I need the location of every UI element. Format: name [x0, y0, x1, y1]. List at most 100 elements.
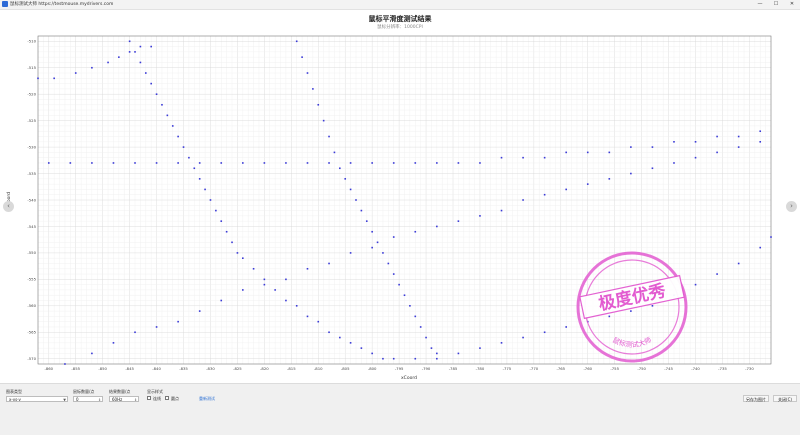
data-point [328, 135, 330, 138]
data-point [236, 252, 239, 254]
data-point [543, 331, 546, 334]
x-tick-label: -800 [368, 366, 377, 371]
data-point [376, 241, 379, 244]
data-point [155, 326, 158, 328]
x-tick-label: -750 [637, 366, 646, 371]
next-arrow-icon[interactable]: › [786, 201, 797, 212]
data-point [457, 162, 460, 164]
y-tick-label: -525 [27, 118, 36, 123]
data-point [328, 262, 330, 265]
sample-count-input[interactable]: 0 ⇕ [73, 396, 103, 402]
data-point [242, 289, 244, 291]
data-point [306, 72, 309, 74]
data-point [436, 225, 438, 228]
data-point [630, 146, 632, 148]
data-point [112, 162, 115, 164]
data-point [430, 347, 433, 349]
save-image-button[interactable]: 另存为图片 [743, 395, 769, 402]
data-point [543, 193, 546, 196]
x-tick-label: -840 [152, 366, 161, 371]
data-point [188, 156, 190, 159]
data-point [414, 230, 417, 233]
data-point [436, 357, 438, 360]
data-point [242, 257, 244, 259]
data-point [651, 146, 654, 148]
data-point [414, 162, 417, 164]
data-point [198, 178, 201, 180]
data-point [47, 162, 50, 164]
data-point [285, 278, 287, 281]
data-point [64, 363, 66, 365]
data-point [371, 230, 373, 233]
x-tick-label: -765 [556, 366, 565, 371]
data-point [392, 357, 395, 360]
x-tick-label: -830 [206, 366, 215, 371]
data-point [770, 236, 772, 238]
data-point [134, 331, 136, 334]
data-point [285, 162, 287, 164]
data-point [252, 267, 255, 270]
data-point [398, 283, 400, 286]
dots-checkbox[interactable] [165, 396, 169, 400]
data-point [53, 77, 55, 80]
data-point [355, 199, 357, 201]
y-tick-label: -530 [27, 144, 36, 149]
result-count-label: 结果数量/点 [109, 389, 131, 394]
data-point [737, 146, 740, 148]
data-point [263, 278, 266, 281]
data-point [759, 130, 762, 133]
data-point [231, 241, 233, 244]
y-tick-label: -535 [27, 171, 36, 176]
data-point [457, 352, 460, 355]
data-point [392, 162, 395, 164]
data-point [209, 199, 212, 201]
chart-type-select[interactable]: x-vs-y ▼ [6, 396, 68, 402]
data-point [543, 156, 546, 159]
data-point [150, 82, 152, 85]
data-point [371, 352, 373, 355]
previous-arrow-icon[interactable]: ‹ [3, 201, 14, 212]
y-tick-label: -540 [27, 197, 36, 202]
data-point [673, 162, 675, 164]
x-tick-label: -740 [691, 366, 700, 371]
data-point [436, 162, 438, 164]
x-tick-label: -810 [314, 366, 323, 371]
data-point [118, 56, 120, 58]
data-point [759, 246, 762, 249]
data-point [128, 40, 131, 43]
data-point [193, 167, 196, 170]
data-point [306, 162, 309, 164]
data-point [371, 162, 373, 164]
data-point [403, 294, 406, 297]
data-point [349, 342, 352, 344]
data-point [694, 283, 697, 286]
data-point [144, 72, 147, 74]
data-point [565, 151, 567, 154]
data-point [479, 215, 481, 217]
retest-link[interactable]: 重新测试 [199, 396, 215, 402]
connect-checkbox[interactable] [147, 396, 151, 400]
data-point [673, 141, 675, 143]
data-point [565, 188, 567, 191]
stamp-ring-text: 鼠标测试大师 [611, 335, 653, 349]
data-point [349, 252, 352, 254]
data-point [419, 326, 422, 328]
data-point [69, 162, 72, 164]
data-point [91, 162, 93, 164]
data-point [134, 162, 136, 164]
dots-label: 圆点 [171, 396, 179, 401]
chevron-down-icon: ▼ [63, 398, 66, 402]
data-point [339, 336, 341, 339]
data-point [274, 289, 276, 291]
x-tick-label: -755 [610, 366, 619, 371]
x-tick-label: -745 [664, 366, 673, 371]
data-point [166, 114, 169, 117]
x-tick-label: -780 [476, 366, 485, 371]
data-point [382, 357, 384, 360]
result-count-input[interactable]: 60Hz ⇕ [109, 396, 139, 402]
sample-count-label: 鼠标数量/点 [73, 389, 95, 394]
y-tick-label: -565 [27, 330, 36, 335]
close-button[interactable]: 关闭(C) [773, 395, 797, 402]
x-tick-label: -790 [422, 366, 431, 371]
data-point [500, 156, 503, 159]
